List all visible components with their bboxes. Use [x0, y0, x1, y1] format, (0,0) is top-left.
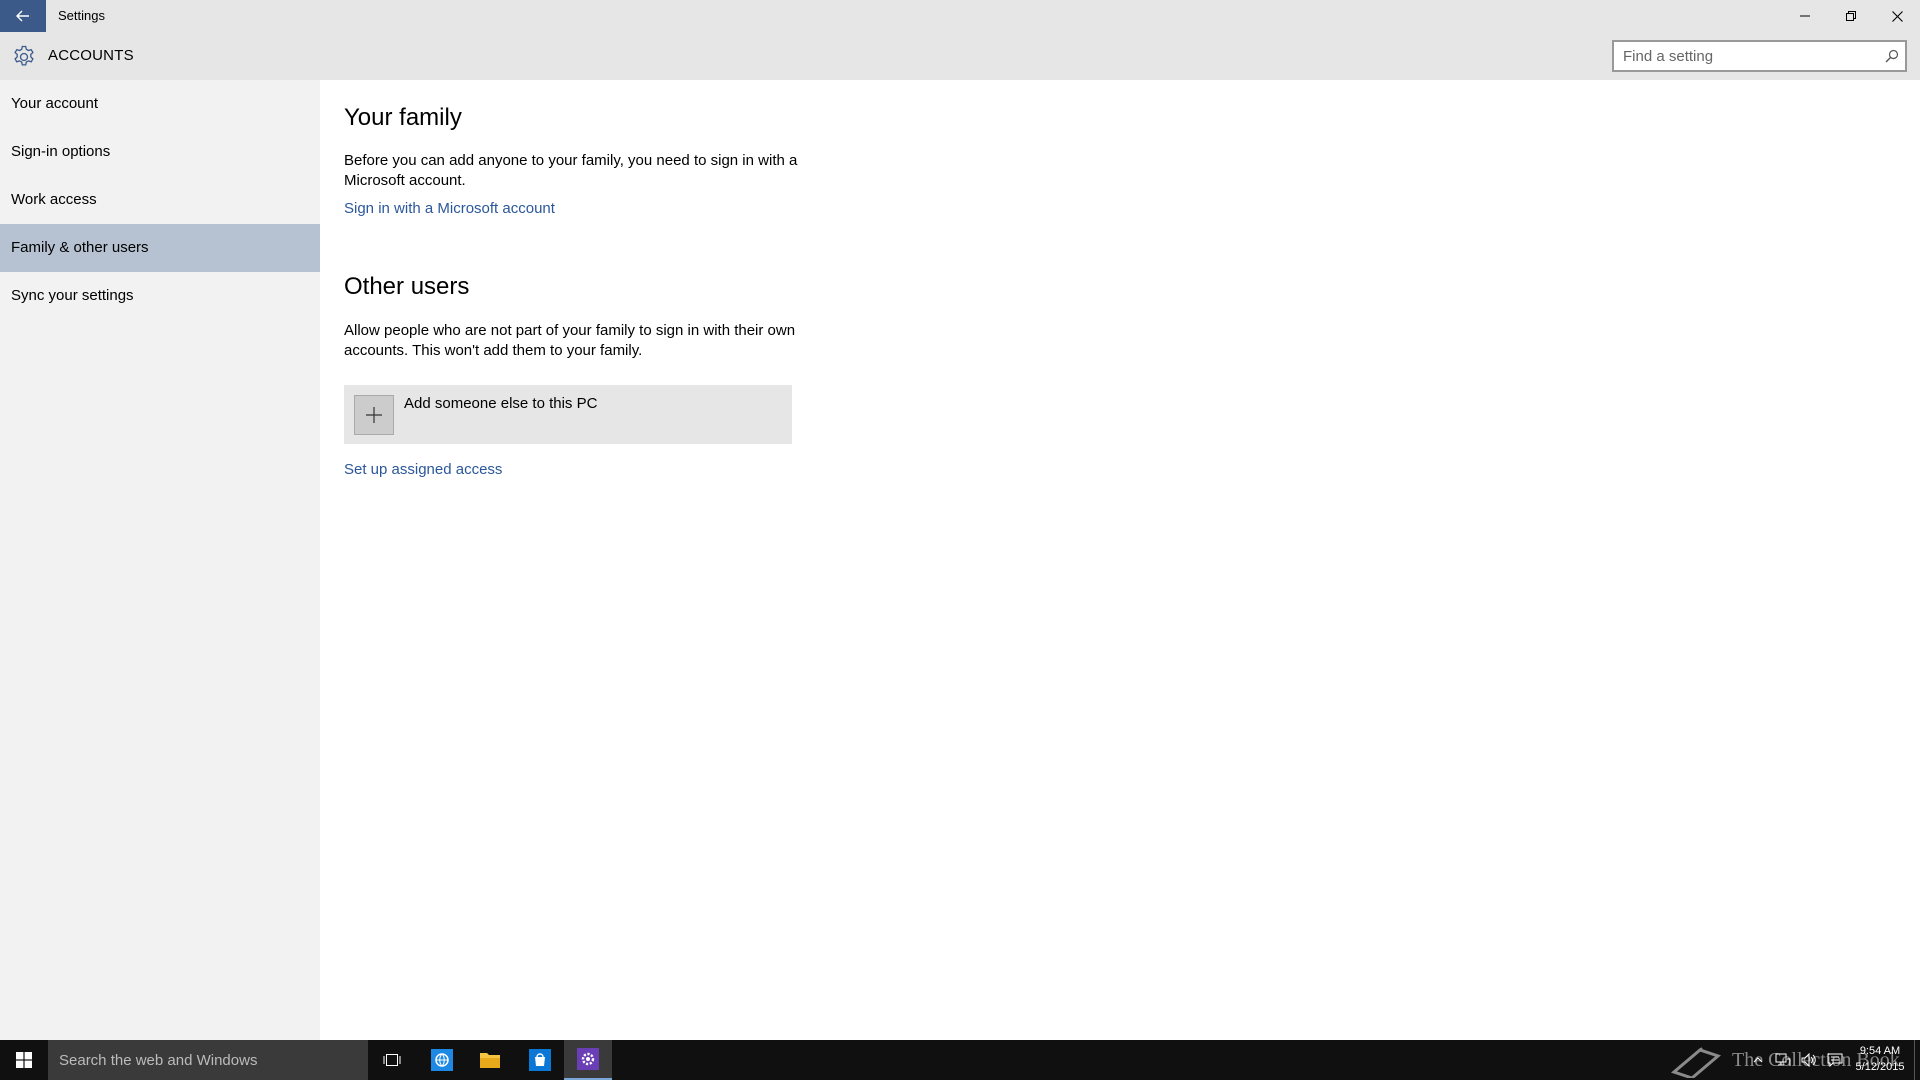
title-bar: Settings	[0, 0, 1920, 32]
taskbar-search-input[interactable]	[48, 1040, 358, 1080]
set-up-assigned-access-link[interactable]: Set up assigned access	[344, 461, 502, 478]
sidebar-nav: Your account Sign-in options Work access…	[0, 80, 320, 1040]
other-users-description: Allow people who are not part of your fa…	[344, 322, 796, 359]
settings-app-icon[interactable]	[564, 1040, 612, 1080]
network-icon[interactable]	[1770, 1040, 1796, 1080]
clock-date: 5/12/2015	[1855, 1061, 1905, 1073]
add-someone-button[interactable]: Add someone else to this PC	[344, 385, 792, 444]
start-button[interactable]	[0, 1040, 48, 1080]
restore-button[interactable]	[1828, 0, 1874, 32]
file-explorer-icon[interactable]	[466, 1040, 514, 1080]
minimize-icon	[1800, 15, 1810, 17]
your-family-description: Before you can add anyone to your family…	[344, 152, 798, 189]
store-icon[interactable]	[516, 1040, 564, 1080]
restore-icon	[1846, 11, 1856, 21]
show-hidden-icons-icon[interactable]	[1746, 1040, 1770, 1080]
taskbar-search[interactable]	[48, 1040, 368, 1080]
taskbar-clock[interactable]: 9:54 AM 5/12/2015	[1850, 1043, 1910, 1075]
sign-in-microsoft-link[interactable]: Sign in with a Microsoft account	[344, 200, 555, 217]
sidebar-item-family-other-users[interactable]: Family & other users	[0, 224, 320, 272]
search-icon[interactable]	[1885, 49, 1899, 63]
sidebar-item-work-access[interactable]: Work access	[0, 176, 320, 224]
find-setting-search[interactable]	[1612, 40, 1907, 72]
sidebar-item-sync-settings[interactable]: Sync your settings	[0, 272, 320, 320]
add-someone-label: Add someone else to this PC	[404, 395, 598, 412]
sidebar-item-sign-in-options[interactable]: Sign-in options	[0, 128, 320, 176]
book-logo-icon	[1670, 1047, 1722, 1078]
plus-icon	[354, 395, 394, 435]
action-center-icon[interactable]	[1822, 1040, 1848, 1080]
close-button[interactable]	[1874, 0, 1920, 32]
search-input[interactable]	[1614, 42, 1869, 70]
back-button[interactable]	[0, 0, 46, 32]
settings-header: ACCOUNTS	[0, 32, 1920, 80]
gear-icon	[14, 45, 34, 66]
show-desktop-button[interactable]	[1914, 1040, 1920, 1080]
page-title: ACCOUNTS	[48, 47, 134, 64]
other-users-heading: Other users	[344, 273, 470, 300]
close-icon	[1891, 10, 1903, 22]
task-view-icon[interactable]	[368, 1040, 416, 1080]
taskbar: The Collection Book 9:54 AM 5/12/2015	[0, 1040, 1920, 1080]
internet-explorer-icon[interactable]	[418, 1040, 466, 1080]
window-title: Settings	[58, 8, 105, 23]
your-family-heading: Your family	[344, 104, 462, 131]
windows-logo-icon	[16, 1052, 32, 1068]
sidebar-item-your-account[interactable]: Your account	[0, 80, 320, 128]
back-arrow-icon	[16, 10, 29, 22]
clock-time: 9:54 AM	[1859, 1045, 1901, 1057]
minimize-button[interactable]	[1782, 0, 1828, 32]
volume-icon[interactable]	[1796, 1040, 1822, 1080]
